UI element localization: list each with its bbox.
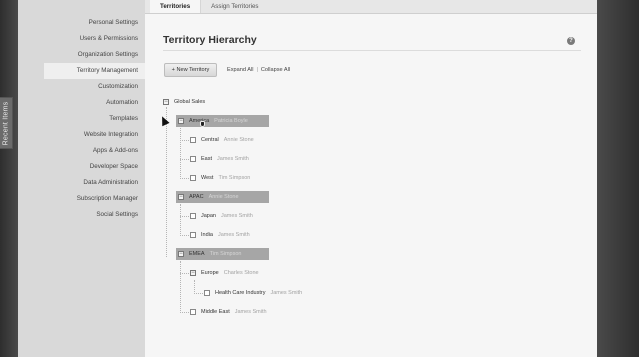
node-owner: James Smith	[217, 156, 249, 162]
sidebar-item-templates[interactable]: Templates	[18, 111, 145, 127]
node-name: Europe	[201, 270, 219, 276]
territory-tree: − Global Sales − America Patricia Boyle …	[145, 0, 597, 357]
tree-node[interactable]: − Europe Charles Stone	[190, 267, 259, 279]
leaf-box-icon	[204, 290, 210, 296]
node-owner: Tim Simpson	[209, 251, 242, 257]
sidebar-item-personal-settings[interactable]: Personal Settings	[18, 15, 145, 31]
node-name: India	[201, 232, 213, 238]
sidebar-item-developer-space[interactable]: Developer Space	[18, 159, 145, 175]
collapse-toggle-icon[interactable]: −	[178, 118, 184, 124]
tree-connector	[180, 216, 189, 217]
sidebar-item-social-settings[interactable]: Social Settings	[18, 207, 145, 223]
tree-node[interactable]: East James Smith	[190, 153, 249, 165]
node-owner: James Smith	[217, 232, 250, 238]
node-name: Global Sales	[174, 99, 206, 105]
tree-connector	[180, 312, 189, 313]
node-owner: Tim Simpson	[218, 175, 251, 181]
tree-connector	[180, 204, 181, 236]
tree-node[interactable]: − APAC Annie Stone	[176, 191, 269, 203]
tree-connector	[194, 280, 195, 294]
tree-node[interactable]: West Tim Simpson	[190, 172, 250, 184]
leaf-box-icon	[190, 309, 196, 315]
tree-connector	[180, 273, 189, 274]
leaf-box-icon	[190, 175, 196, 181]
tree-connector	[180, 159, 189, 160]
node-name: Japan	[201, 213, 216, 219]
tree-node[interactable]: − America Patricia Boyle	[176, 115, 269, 127]
node-name: APAC	[189, 194, 204, 200]
sidebar-item-organization-settings[interactable]: Organization Settings	[18, 47, 145, 63]
tree-connector	[194, 293, 203, 294]
sidebar-item-automation[interactable]: Automation	[18, 95, 145, 111]
sidebar-item-customization[interactable]: Customization	[18, 79, 145, 95]
node-name: EMEA	[189, 251, 205, 257]
node-name: Central	[201, 137, 219, 143]
window-frame-left	[0, 0, 18, 357]
sidebar-item-users-permissions[interactable]: Users & Permissions	[18, 31, 145, 47]
window-frame-right	[597, 0, 639, 357]
node-owner: James Smith	[234, 309, 267, 315]
leaf-box-icon	[190, 156, 196, 162]
node-owner: James Smith	[270, 290, 303, 296]
leaf-box-icon	[190, 137, 196, 143]
node-name: East	[201, 156, 213, 162]
tree-node-root[interactable]: − Global Sales	[163, 96, 205, 108]
node-owner: Annie Stone	[223, 137, 254, 143]
leaf-box-icon	[190, 232, 196, 238]
hand-cursor-icon	[200, 121, 205, 127]
main-panel: Territories Assign Territories Territory…	[145, 0, 597, 357]
sidebar-item-subscription-manager[interactable]: Subscription Manager	[18, 191, 145, 207]
recent-items-tab[interactable]: Recent Items	[0, 97, 13, 149]
tree-connector	[180, 178, 189, 179]
tree-node[interactable]: India James Smith	[190, 229, 250, 241]
node-owner: Patricia Boyle	[214, 118, 248, 124]
sidebar-item-website-integration[interactable]: Website Integration	[18, 127, 145, 143]
sidebar-item-apps-addons[interactable]: Apps & Add-ons	[18, 143, 145, 159]
setup-sidebar: Personal Settings Users & Permissions Or…	[18, 0, 145, 357]
collapse-toggle-icon[interactable]: −	[178, 251, 184, 257]
node-name: Middle East	[201, 309, 230, 315]
tree-node[interactable]: − EMEA Tim Simpson	[176, 248, 269, 260]
tree-connector	[166, 107, 167, 257]
tree-node[interactable]: Middle East James Smith	[190, 306, 267, 318]
tree-node[interactable]: Central Annie Stone	[190, 134, 254, 146]
tree-connector	[180, 261, 181, 313]
collapse-toggle-icon[interactable]: −	[163, 99, 169, 105]
node-name: West	[201, 175, 214, 181]
tree-node[interactable]: Japan James Smith	[190, 210, 253, 222]
sidebar-item-territory-management[interactable]: Territory Management	[44, 63, 145, 79]
tree-connector	[180, 128, 181, 179]
sidebar-item-data-administration[interactable]: Data Administration	[18, 175, 145, 191]
node-owner: Annie Stone	[208, 194, 239, 200]
collapse-toggle-icon[interactable]: −	[178, 194, 184, 200]
leaf-box-icon	[190, 213, 196, 219]
tree-connector	[180, 140, 189, 141]
node-name: Health Care Industry	[215, 290, 266, 296]
tree-connector	[180, 235, 189, 236]
node-owner: Charles Stone	[223, 270, 259, 276]
node-owner: James Smith	[221, 213, 253, 219]
collapse-toggle-icon[interactable]: −	[190, 270, 196, 276]
recent-items-label: Recent Items	[2, 101, 10, 145]
tree-node[interactable]: Health Care Industry James Smith	[204, 287, 302, 299]
